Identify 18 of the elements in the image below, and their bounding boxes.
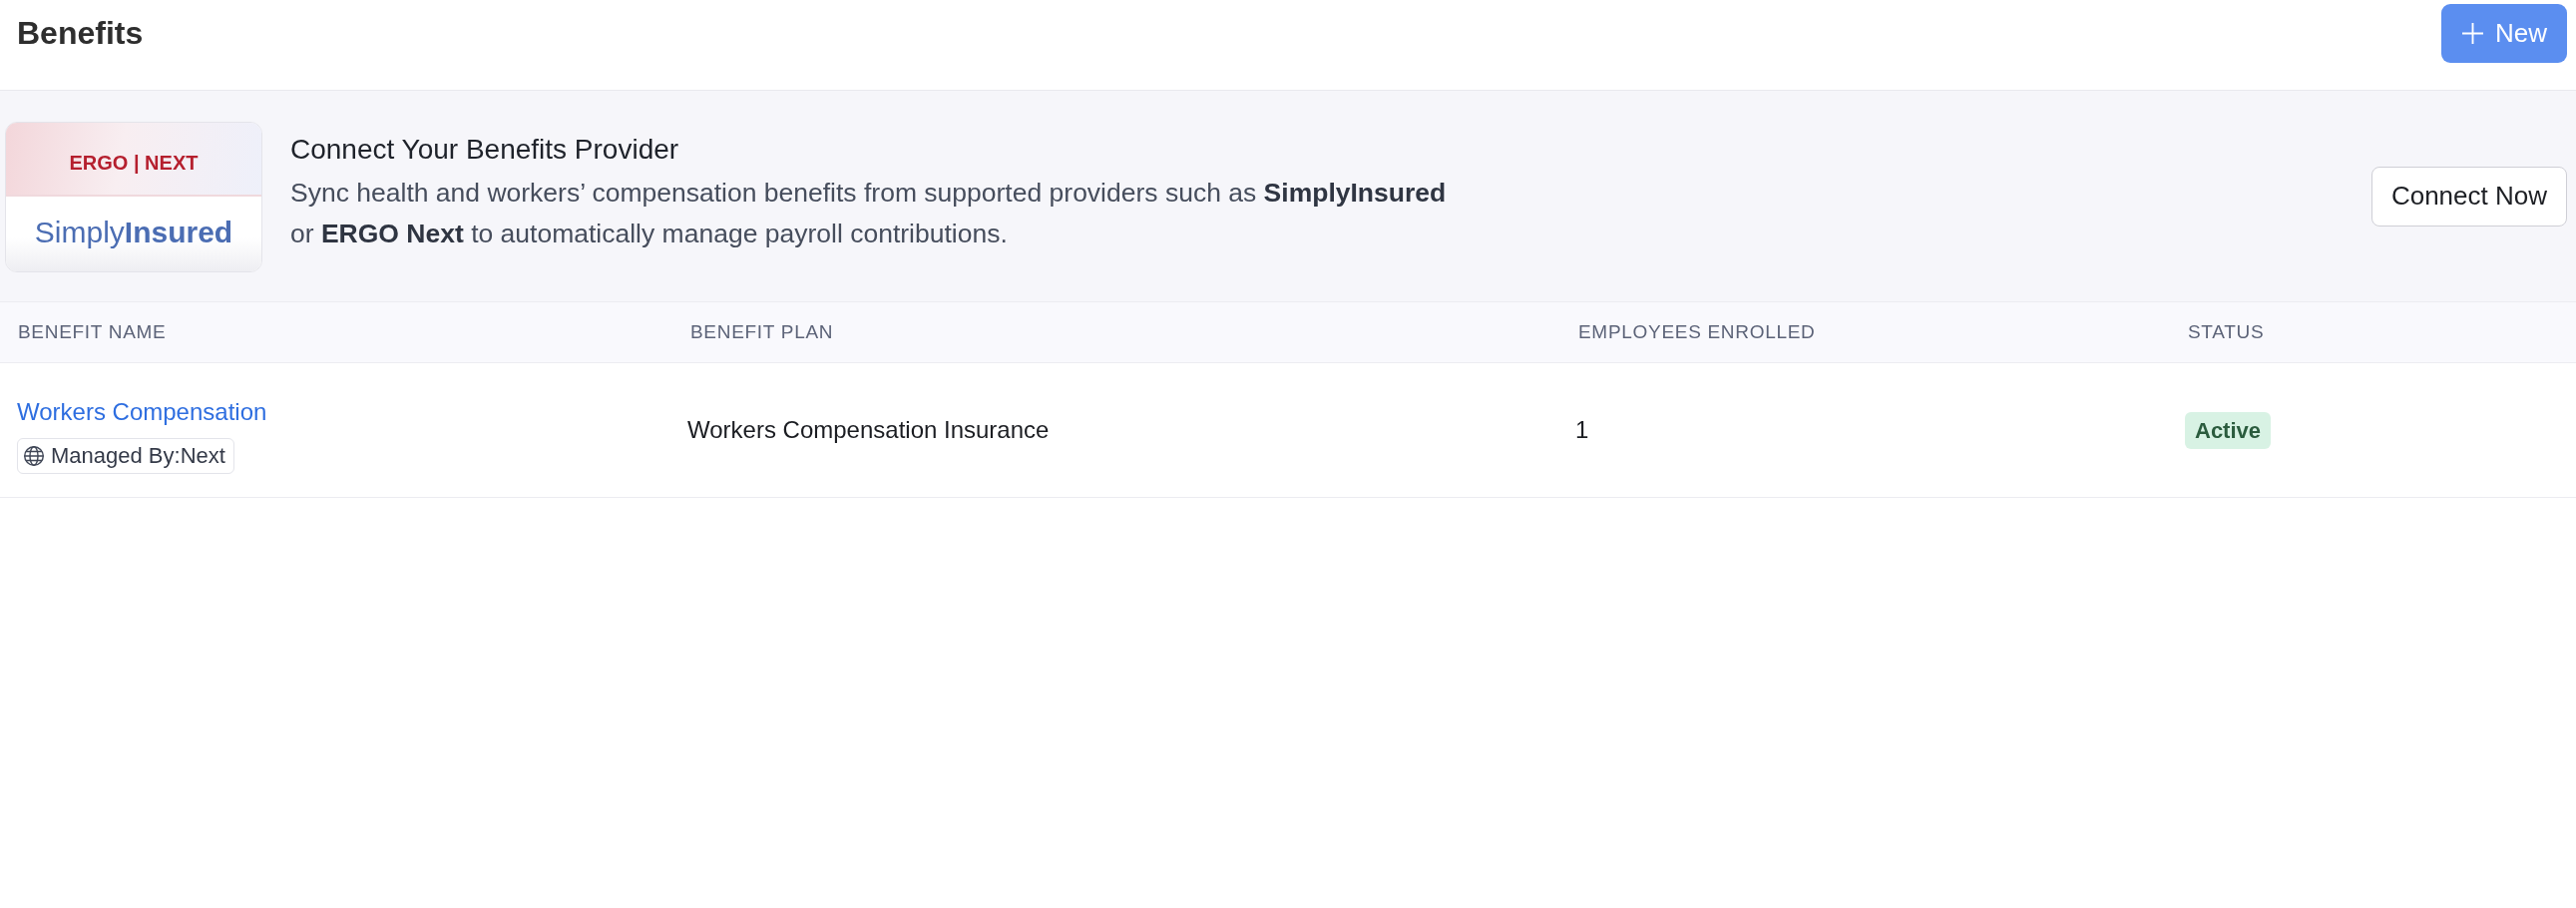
connect-now-button[interactable]: Connect Now [2370, 166, 2567, 227]
column-header: EMPLOYEES ENROLLED [1578, 321, 1816, 342]
column-header: STATUS [2188, 321, 2265, 342]
benefit-plan-text: Workers Compensation Insurance [687, 416, 1050, 443]
managed-by-label: Managed By:Next [51, 442, 225, 469]
globe-icon [24, 445, 44, 466]
banner-description: Sync health and workers’ compensation benefits from supported providers such as SimplyInsured or ERGO Next to automatically manage payroll contributions. [290, 177, 1448, 250]
page-title: Benefits [17, 14, 144, 53]
column-header: BENEFIT NAME [18, 321, 167, 342]
status-badge: Active [2185, 411, 2272, 449]
banner-title: Connect Your Benefits Provider [290, 133, 680, 167]
plus-icon [2462, 23, 2483, 44]
benefit-name-link[interactable]: Workers Compensation [17, 396, 267, 427]
column-header: BENEFIT PLAN [690, 321, 834, 342]
new-button[interactable]: New [2441, 4, 2567, 63]
enrolled-count: 1 [1575, 416, 1589, 443]
logo-wordmark: SimplyInsured [34, 215, 233, 249]
logo-wordmark: ERGO | NEXT [69, 151, 199, 175]
